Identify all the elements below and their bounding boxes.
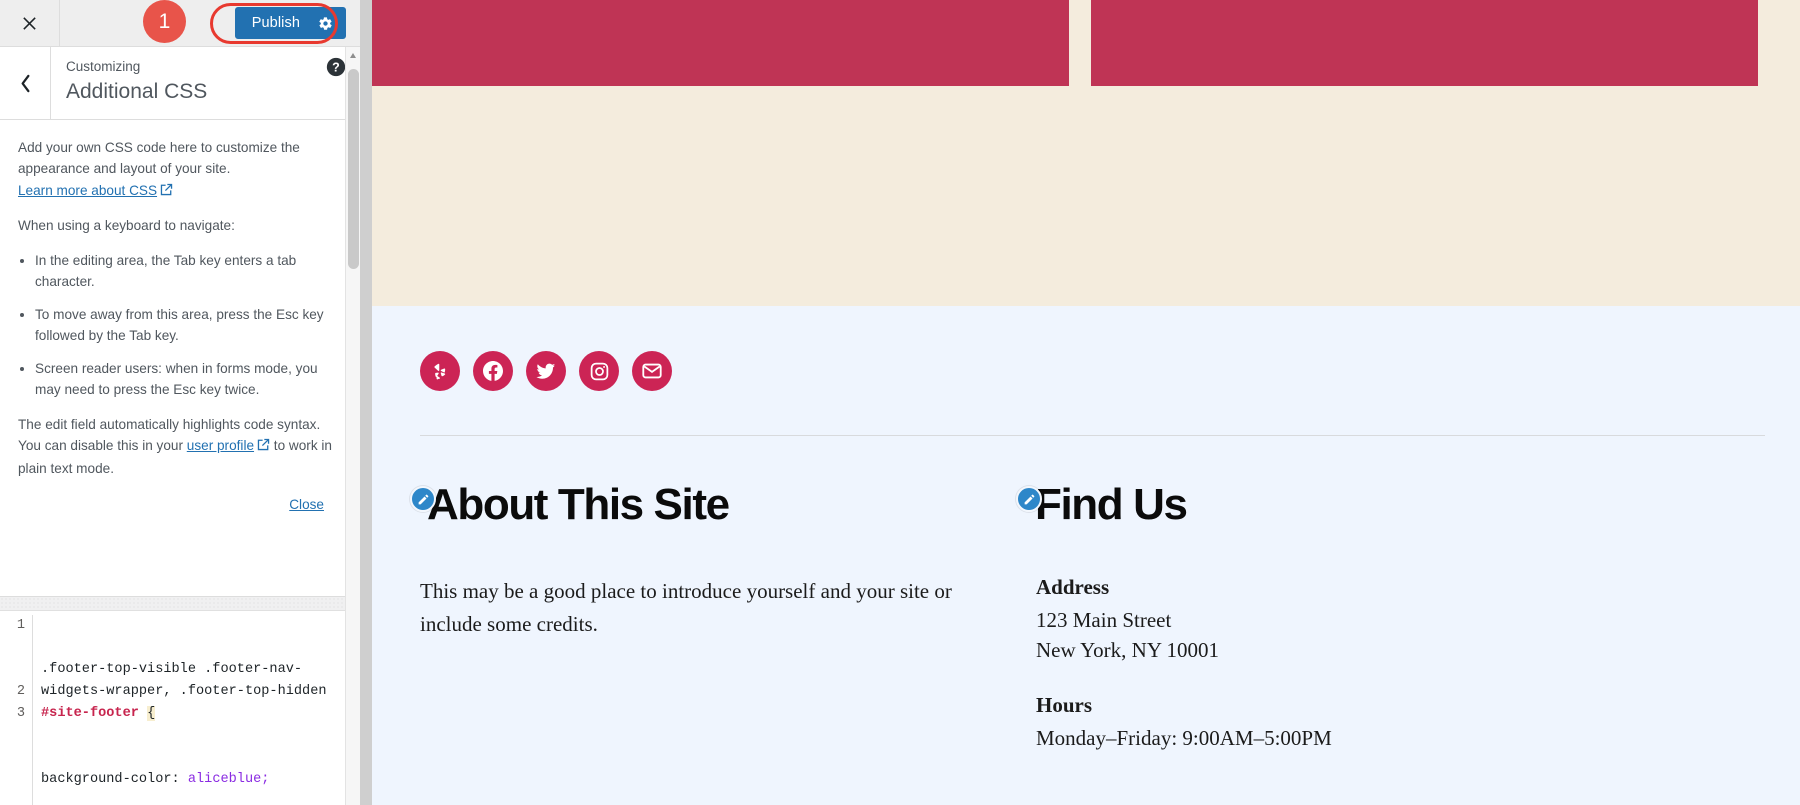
line-number: 1 [16,618,25,633]
panel-description: Add your own CSS code here to customize … [0,120,360,516]
chevron-left-icon[interactable] [0,47,51,119]
preview-scrollbar[interactable] [360,0,372,805]
code-area[interactable]: 1 2 3 .footer-top-visible .footer-nav-wi… [0,611,348,805]
panel-titles: Customizing Additional CSS ? [51,47,360,119]
page-content-band [372,86,1800,306]
annotation-step-badge: 1 [143,0,186,43]
widget-body-find-us: Address 123 Main Street New York, NY 100… [1036,573,1576,754]
user-profile-link[interactable]: user profile [187,438,254,453]
sidebar-scrollbar[interactable] [345,47,360,805]
hero-block-right [1091,0,1758,86]
widget-body-about: This may be a good place to introduce yo… [420,579,952,636]
customizer-sidebar: Publish 1 Customizing Additional CSS ? A… [0,0,360,805]
close-icon[interactable] [0,0,60,46]
scroll-up-arrow-icon[interactable] [350,53,356,58]
hours-label: Hours [1036,693,1093,718]
footer-widget-about: About This Site This may be a good place… [372,480,976,805]
description-intro: Add your own CSS code here to customize … [18,137,342,202]
external-link-icon [257,436,270,457]
close-link[interactable]: Close [289,497,324,512]
panel-title-row: Customizing Additional CSS ? [0,47,360,120]
css-code-editor[interactable]: 1 2 3 .footer-top-visible .footer-nav-wi… [0,596,348,805]
learn-more-css-link[interactable]: Learn more about CSS [18,183,157,198]
twitter-icon[interactable] [526,351,566,391]
list-item: To move away from this area, press the E… [35,304,342,347]
hero-tail [1758,0,1800,86]
hero-gap [1069,0,1091,86]
address-label: Address [1036,575,1110,599]
svg-text:?: ? [332,61,340,75]
footer-divider [420,435,1765,436]
code-lines[interactable]: .footer-top-visible .footer-nav-widgets-… [33,615,348,805]
yelp-icon[interactable] [420,351,460,391]
hero-block-left [372,0,1069,86]
publish-button[interactable]: Publish [234,7,346,39]
close-description-row: Close [18,494,342,515]
keyboard-bullet-list: In the editing area, the Tab key enters … [18,250,342,401]
hours-group: Hours Monday–Friday: 9:00AM–5:00PM [1036,691,1576,754]
keyboard-heading: When using a keyboard to navigate: [18,218,235,234]
user-profile-label: user profile [186,438,255,454]
page-title: Additional CSS [66,79,208,103]
code-line-1[interactable]: .footer-top-visible .footer-nav-widgets-… [41,659,348,725]
mail-icon[interactable] [632,351,672,391]
learn-more-css-label: Learn more about CSS [18,182,158,198]
list-item: Screen reader users: when in forms mode,… [35,358,342,401]
list-item: In the editing area, the Tab key enters … [35,250,342,293]
breadcrumb: Customizing [66,59,141,74]
css-id-selector: #site-footer [41,706,139,721]
scrollbar-thumb[interactable] [348,69,359,269]
editor-resize-handle[interactable] [0,597,348,611]
gear-icon[interactable] [318,16,333,31]
edit-pencil-icon[interactable] [1016,486,1042,512]
instagram-icon[interactable] [579,351,619,391]
edit-pencil-icon[interactable] [410,486,436,512]
line-number-gutter: 1 2 3 [0,615,33,805]
footer-widget-columns: About This Site This may be a good place… [372,480,1800,805]
preview-viewport: About This Site This may be a good place… [372,0,1800,805]
help-icon[interactable]: ? [326,57,346,77]
customizer-screen: About This Site This may be a good place… [0,0,1800,805]
css-selector: .footer-top-visible .footer-nav-widgets-… [41,662,335,699]
footer-widget-find-us: Find Us Address 123 Main Street New York… [976,480,1576,805]
line-number: 3 [16,706,25,721]
syntax-note: The edit field automatically highlights … [18,414,342,479]
css-open-brace: { [147,706,156,721]
address-line-1: 123 Main Street [1036,607,1172,632]
line-number: 2 [16,684,25,699]
site-footer: About This Site This may be a good place… [372,306,1800,805]
publish-button-wrap: Publish [234,0,360,46]
external-link-icon [160,181,173,202]
css-value: aliceblue; [179,772,270,787]
publish-button-label: Publish [251,15,300,31]
social-links-row [420,351,672,391]
address-line-2: New York, NY 10001 [1036,637,1219,662]
site-preview-pane: About This Site This may be a good place… [360,0,1800,805]
hero-blocks-row [372,0,1800,86]
facebook-icon[interactable] [473,351,513,391]
customizer-header: Publish 1 [0,0,360,47]
css-property: background-color: [41,772,180,787]
code-line-2[interactable]: background-color: aliceblue; [41,769,348,791]
widget-title-about: About This Site [427,480,730,529]
widget-title-find-us: Find Us [1035,480,1188,529]
address-group: Address 123 Main Street New York, NY 100… [1036,573,1576,665]
description-intro-text: Add your own CSS code here to customize … [18,140,300,177]
hours-line-1: Monday–Friday: 9:00AM–5:00PM [1036,726,1332,751]
